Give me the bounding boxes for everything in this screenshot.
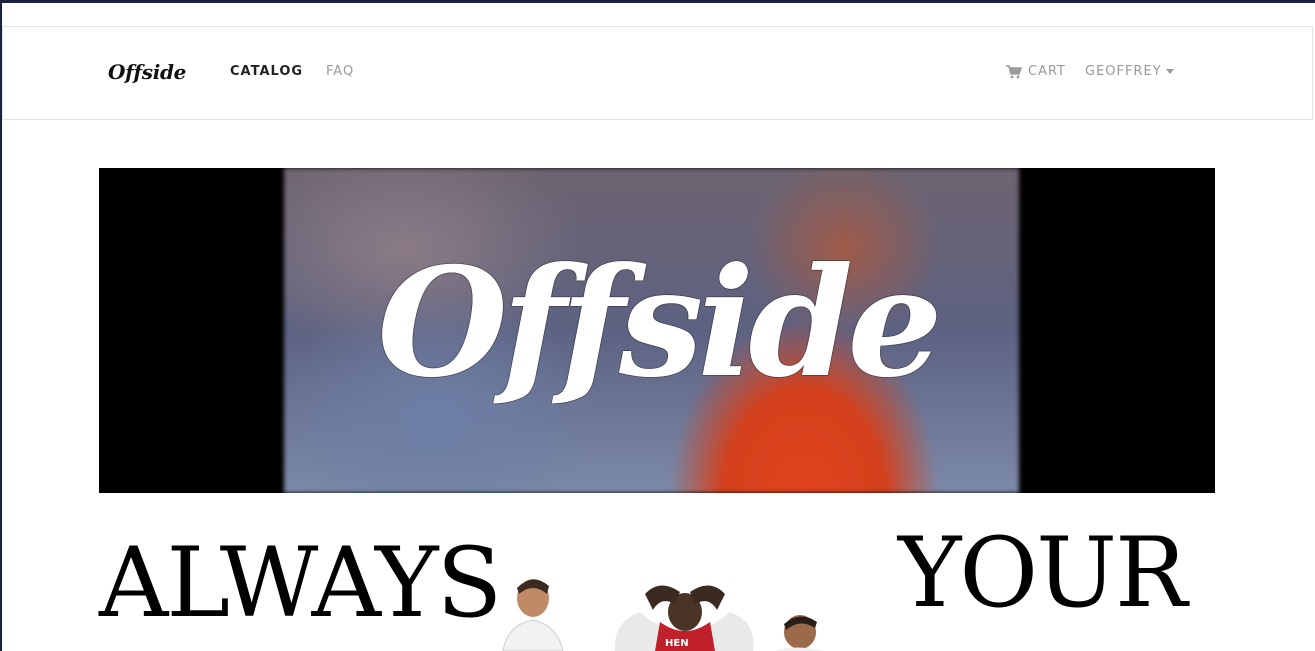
shopping-cart-icon xyxy=(1006,64,1022,78)
svg-text:HEN: HEN xyxy=(665,638,689,649)
hero-title: Offside xyxy=(377,235,942,411)
navbar: Offside CATALOG FAQ CART GEOFFREY xyxy=(2,26,1313,120)
football-players-image: HEN xyxy=(502,579,825,651)
nav-faq-link[interactable]: FAQ xyxy=(326,64,354,79)
tagline-word-right: YOUR xyxy=(898,517,1187,629)
tagline-word-left: ALWAYS xyxy=(99,527,502,639)
cart-label: CART xyxy=(1028,64,1066,79)
user-menu-dropdown[interactable]: GEOFFREY xyxy=(1085,64,1174,79)
nav-catalog-link[interactable]: CATALOG xyxy=(230,64,303,79)
brand-logo[interactable]: Offside xyxy=(108,60,186,84)
hero-video-banner[interactable]: Offside xyxy=(99,168,1215,493)
user-name-label: GEOFFREY xyxy=(1085,64,1162,79)
caret-down-icon xyxy=(1165,69,1174,74)
window-frame-top xyxy=(0,0,1315,3)
cart-link[interactable]: CART xyxy=(1006,64,1066,79)
